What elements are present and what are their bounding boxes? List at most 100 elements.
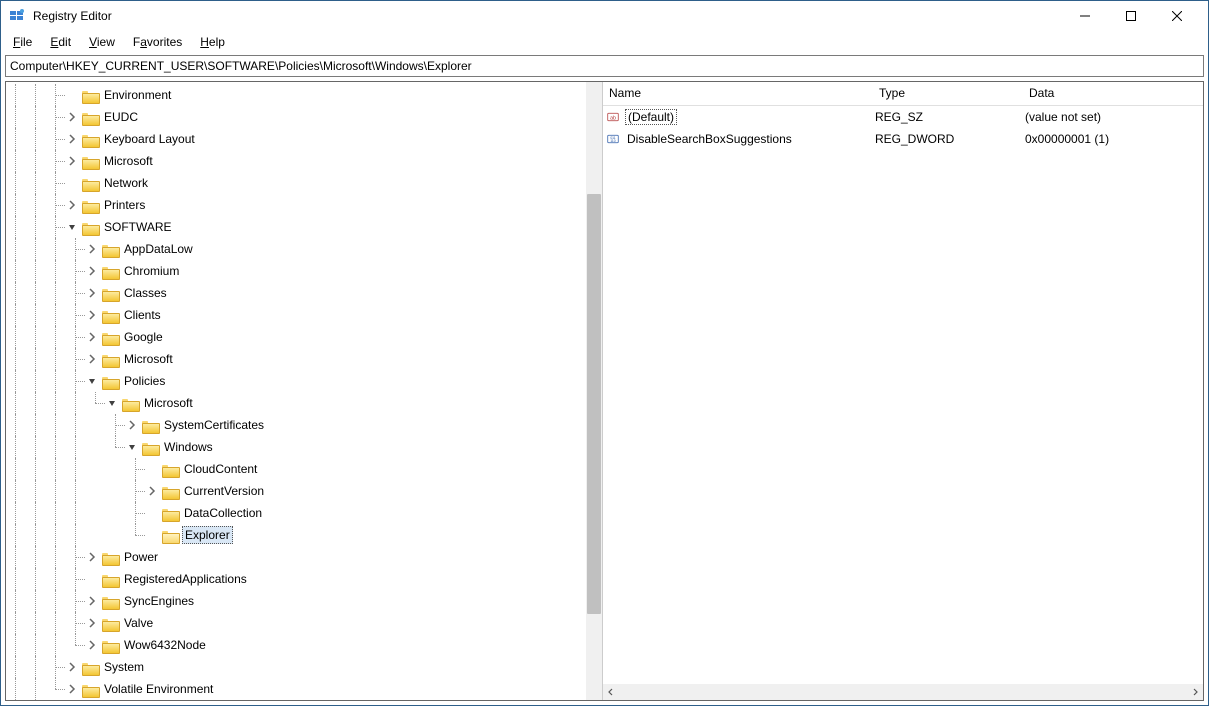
chevron-right-icon[interactable] <box>124 417 140 433</box>
tree-item-label: Keyboard Layout <box>102 131 197 147</box>
address-bar[interactable]: Computer\HKEY_CURRENT_USER\SOFTWARE\Poli… <box>5 55 1204 77</box>
tree-item[interactable]: Network <box>6 172 586 194</box>
menu-view[interactable]: View <box>81 33 123 51</box>
tree-item[interactable]: AppDataLow <box>6 238 586 260</box>
tree-item[interactable]: Windows <box>6 436 586 458</box>
chevron-right-icon[interactable] <box>64 197 80 213</box>
folder-icon <box>102 287 118 300</box>
chevron-right-icon[interactable] <box>84 329 100 345</box>
tree-item-label: Microsoft <box>142 395 195 411</box>
tree-item[interactable]: Valve <box>6 612 586 634</box>
tree-view[interactable]: EnvironmentEUDC Keyboard Layout Microsoft N… <box>6 82 586 700</box>
tree-item[interactable]: SystemCertificates <box>6 414 586 436</box>
folder-icon <box>102 265 118 278</box>
tree-item[interactable]: Google <box>6 326 586 348</box>
tree-item-label: Policies <box>122 373 167 389</box>
tree-item[interactable]: Power <box>6 546 586 568</box>
tree-item[interactable]: SOFTWARE <box>6 216 586 238</box>
tree-item-label: Clients <box>122 307 163 323</box>
folder-icon <box>102 617 118 630</box>
tree-item[interactable]: Wow6432Node <box>6 634 586 656</box>
scroll-left-icon[interactable] <box>603 684 619 700</box>
chevron-right-icon[interactable] <box>84 263 100 279</box>
tree-item[interactable]: Microsoft <box>6 150 586 172</box>
chevron-down-icon[interactable] <box>64 219 80 235</box>
tree-item-label: Google <box>122 329 165 345</box>
tree-item[interactable]: Chromium <box>6 260 586 282</box>
scroll-right-icon[interactable] <box>1187 684 1203 700</box>
folder-icon <box>102 353 118 366</box>
tree-item-label: Classes <box>122 285 169 301</box>
tree-item[interactable]: Explorer <box>6 524 586 546</box>
tree-item[interactable]: CurrentVersion <box>6 480 586 502</box>
close-button[interactable] <box>1154 1 1200 31</box>
tree-item-label: Network <box>102 175 150 191</box>
tree-item-label: Volatile Environment <box>102 681 215 697</box>
chevron-right-icon[interactable] <box>84 351 100 367</box>
folder-icon <box>82 133 98 146</box>
menu-favorites[interactable]: Favorites <box>125 33 190 51</box>
tree-item[interactable]: RegisteredApplications <box>6 568 586 590</box>
chevron-right-icon[interactable] <box>64 109 80 125</box>
list-row[interactable]: 011110DisableSearchBoxSuggestionsREG_DWO… <box>603 128 1203 150</box>
tree-item[interactable]: SyncEngines <box>6 590 586 612</box>
minimize-button[interactable] <box>1062 1 1108 31</box>
window-title: Registry Editor <box>33 9 112 23</box>
header-data[interactable]: Data <box>1023 82 1203 105</box>
tree-item[interactable]: EUDC <box>6 106 586 128</box>
chevron-right-icon[interactable] <box>64 681 80 697</box>
chevron-down-icon[interactable] <box>84 373 100 389</box>
chevron-right-icon[interactable] <box>84 241 100 257</box>
menu-file[interactable]: File <box>5 33 40 51</box>
menu-edit[interactable]: Edit <box>42 33 79 51</box>
tree-item[interactable]: CloudContent <box>6 458 586 480</box>
scrollbar-thumb[interactable] <box>587 194 601 614</box>
chevron-right-icon[interactable] <box>84 593 100 609</box>
chevron-down-icon[interactable] <box>124 439 140 455</box>
svg-text:ab: ab <box>610 115 616 121</box>
tree-item[interactable]: Microsoft <box>6 392 586 414</box>
tree-item[interactable]: Volatile Environment <box>6 678 586 700</box>
header-type[interactable]: Type <box>873 82 1023 105</box>
folder-icon <box>102 595 118 608</box>
tree-item-label: Chromium <box>122 263 181 279</box>
chevron-right-icon[interactable] <box>64 659 80 675</box>
folder-icon <box>162 529 178 542</box>
tree-item[interactable]: DataCollection <box>6 502 586 524</box>
folder-icon <box>102 309 118 322</box>
tree-item[interactable]: System <box>6 656 586 678</box>
menu-help[interactable]: Help <box>192 33 233 51</box>
tree-item[interactable]: Microsoft <box>6 348 586 370</box>
chevron-right-icon[interactable] <box>84 637 100 653</box>
titlebar: Registry Editor <box>1 1 1208 31</box>
value-type: REG_SZ <box>875 110 1025 124</box>
svg-text:110: 110 <box>610 139 615 143</box>
folder-icon <box>102 243 118 256</box>
chevron-right-icon[interactable] <box>84 285 100 301</box>
header-name[interactable]: Name <box>603 82 873 105</box>
list-row[interactable]: ab(Default)REG_SZ(value not set) <box>603 106 1203 128</box>
value-type: REG_DWORD <box>875 132 1025 146</box>
tree-item[interactable]: Classes <box>6 282 586 304</box>
chevron-down-icon[interactable] <box>104 395 120 411</box>
tree-item[interactable]: Policies <box>6 370 586 392</box>
tree-item[interactable]: Clients <box>6 304 586 326</box>
folder-icon <box>82 683 98 696</box>
list-hscrollbar[interactable] <box>603 684 1203 700</box>
chevron-right-icon[interactable] <box>84 615 100 631</box>
tree-item[interactable]: Keyboard Layout <box>6 128 586 150</box>
menubar: File Edit View Favorites Help <box>1 31 1208 53</box>
chevron-right-icon[interactable] <box>64 131 80 147</box>
chevron-right-icon[interactable] <box>84 549 100 565</box>
tree-pane: EnvironmentEUDC Keyboard Layout Microsoft N… <box>6 82 603 700</box>
chevron-right-icon[interactable] <box>64 153 80 169</box>
tree-item-label: AppDataLow <box>122 241 195 257</box>
chevron-right-icon[interactable] <box>84 307 100 323</box>
tree-item[interactable]: Printers <box>6 194 586 216</box>
tree-scrollbar[interactable] <box>586 82 602 700</box>
tree-item[interactable]: Environment <box>6 84 586 106</box>
chevron-right-icon[interactable] <box>144 483 160 499</box>
list-header[interactable]: Name Type Data <box>603 82 1203 106</box>
maximize-button[interactable] <box>1108 1 1154 31</box>
tree-item-label: SystemCertificates <box>162 417 266 433</box>
